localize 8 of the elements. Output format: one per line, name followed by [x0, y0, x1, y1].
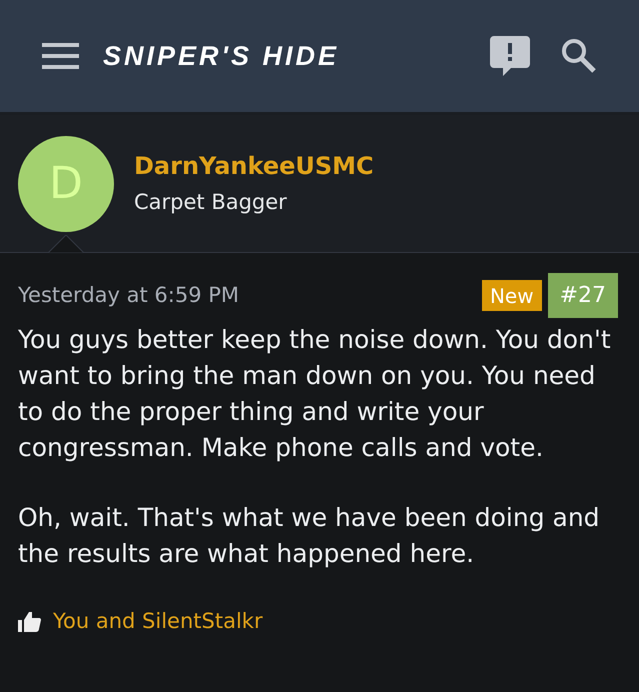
user-title: Carpet Bagger — [134, 189, 288, 216]
post-paragraph: Oh, wait. That's what we have been doing and the results are what happened here. — [18, 502, 601, 570]
site-logo[interactable]: SNIPER'S HIDE — [103, 42, 339, 70]
new-badge: New — [482, 280, 542, 311]
likes-text[interactable]: You and SilentStalkr — [53, 606, 263, 638]
post-time[interactable]: Yesterday at 6:59 PM — [18, 280, 240, 312]
username[interactable]: DarnYankeeUSMC — [134, 151, 374, 182]
post-paragraph: You guys better keep the noise down. You don't want to bring the man down on you. You need to do the proper thing and write your congressman. Make phone calls and vote. — [18, 324, 612, 464]
